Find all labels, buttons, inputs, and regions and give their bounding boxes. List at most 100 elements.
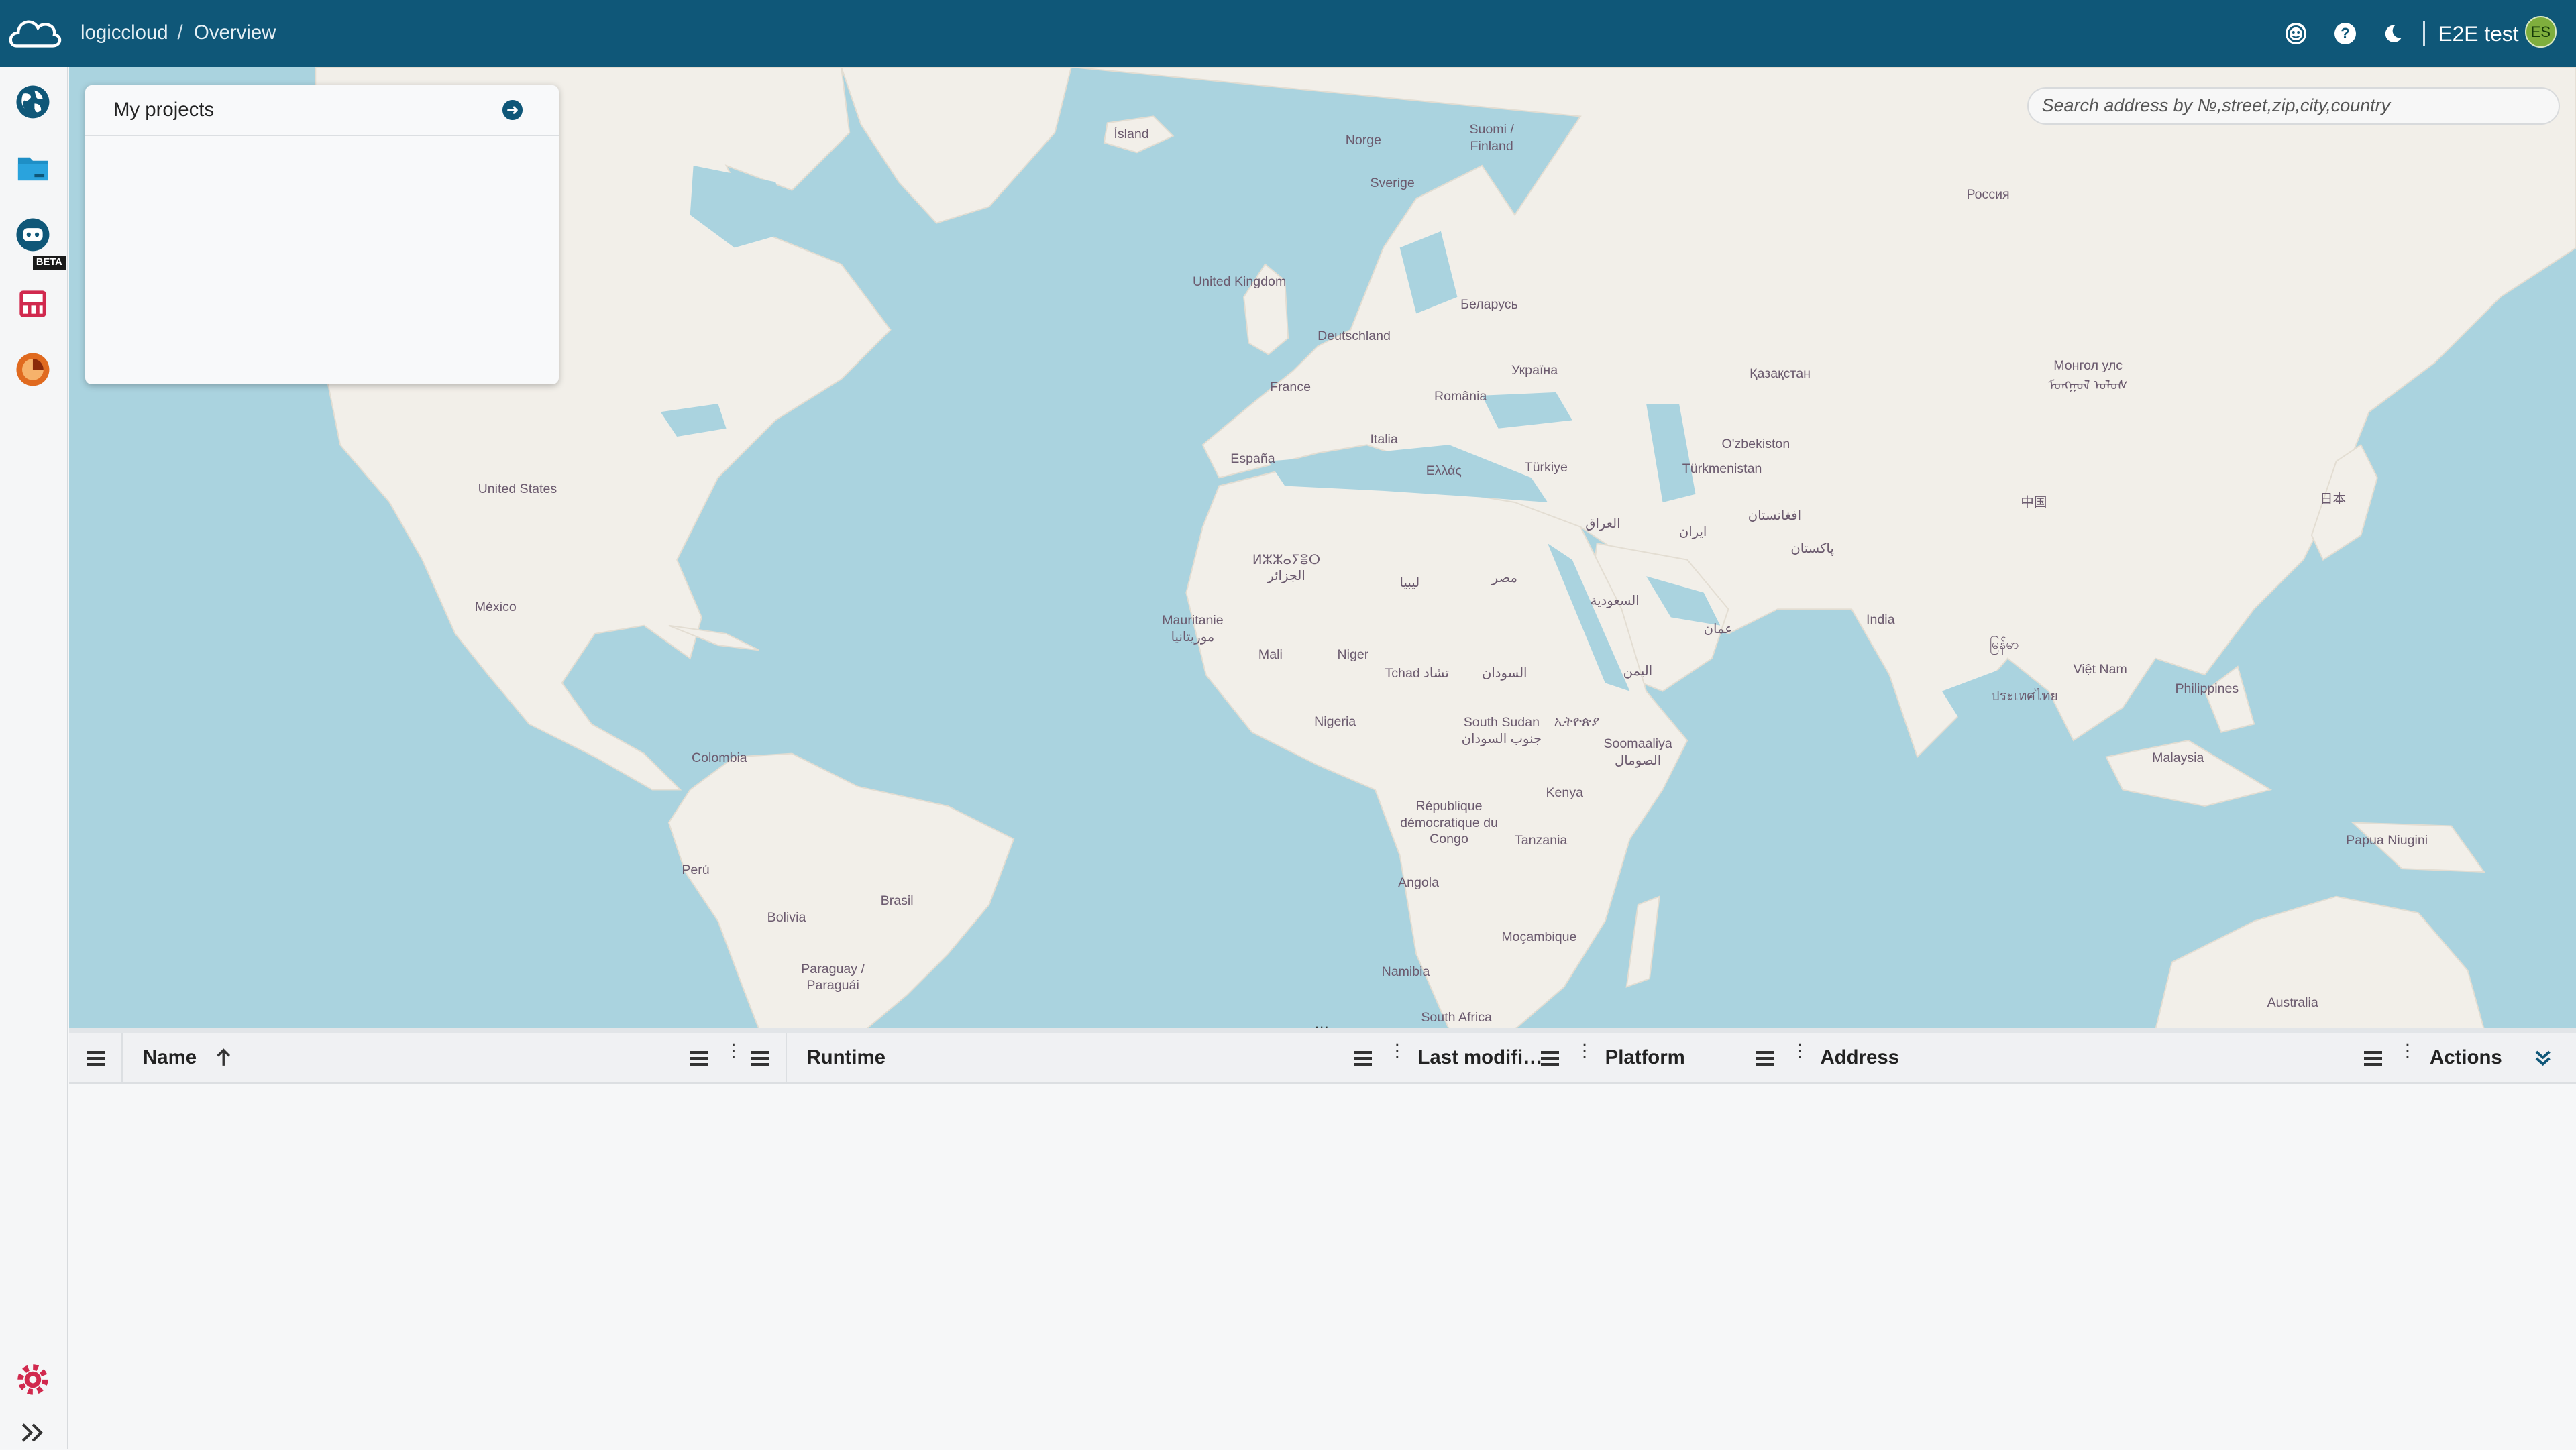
help-icon[interactable]: ? bbox=[2334, 23, 2356, 45]
breadcrumb-separator: / bbox=[177, 21, 183, 44]
column-menu-icon[interactable] bbox=[1756, 1051, 1774, 1066]
map-label: ኢትዮጵያ bbox=[1554, 714, 1600, 730]
map-label: مصر bbox=[1491, 570, 1517, 585]
gear-icon[interactable] bbox=[15, 1361, 51, 1398]
double-chevron-right-icon[interactable] bbox=[15, 1414, 51, 1450]
column-resize-icon[interactable]: ⋮ bbox=[1388, 1042, 1406, 1060]
column-header-name[interactable]: Name bbox=[143, 1046, 197, 1069]
map-label: Namibia bbox=[1381, 964, 1430, 979]
column-menu-icon[interactable] bbox=[2364, 1051, 2383, 1066]
map-label: 日本 bbox=[2319, 492, 2347, 507]
column-header-runtime[interactable]: Runtime bbox=[806, 1046, 885, 1069]
map-label: عمان bbox=[1703, 621, 1733, 636]
map-label: ⵍⵣⵣⴰⵢⴻⵔ الجزائر bbox=[1252, 552, 1321, 584]
map-label: Україна bbox=[1511, 363, 1558, 378]
column-menu-icon[interactable] bbox=[87, 1051, 105, 1066]
avatar[interactable]: ES bbox=[2525, 16, 2557, 48]
column-menu-icon[interactable] bbox=[1353, 1051, 1372, 1066]
column-menu-icon[interactable] bbox=[690, 1051, 708, 1066]
robot-icon[interactable] bbox=[15, 217, 51, 253]
map-label: မြန်မာ bbox=[1989, 636, 2019, 652]
column-menu-icon[interactable] bbox=[751, 1051, 769, 1066]
map-label: France bbox=[1270, 379, 1311, 394]
map-label: Deutschland bbox=[1318, 328, 1391, 343]
map-label: Australia bbox=[2267, 995, 2318, 1011]
map-label: India bbox=[1866, 612, 1895, 628]
feedback-icon[interactable] bbox=[2285, 23, 2307, 45]
map-label: Mali bbox=[1258, 647, 1283, 662]
map-label: ایران bbox=[1678, 524, 1707, 540]
map-label: South Africa bbox=[1421, 1010, 1492, 1025]
cloud-logo-icon[interactable] bbox=[7, 11, 62, 54]
map-label: United States bbox=[478, 481, 557, 496]
map-label: السعودية bbox=[1590, 594, 1640, 609]
beta-badge: BETA bbox=[32, 256, 66, 270]
table-body bbox=[68, 1084, 2576, 1449]
breadcrumb-page: Overview bbox=[193, 21, 276, 44]
top-bar: logiccloud / Overview ? E2E test ES bbox=[0, 0, 2576, 68]
device-icon[interactable] bbox=[15, 286, 51, 322]
column-divider bbox=[121, 1033, 123, 1082]
map-label: Tanzania bbox=[1514, 832, 1568, 848]
map-label: Қазақстан bbox=[1750, 366, 1811, 382]
map-label: Philippines bbox=[2175, 681, 2239, 697]
map-label: Perú bbox=[682, 862, 710, 877]
column-header-platform[interactable]: Platform bbox=[1605, 1046, 1685, 1069]
map-label: Ísland bbox=[1114, 126, 1149, 142]
column-resize-icon[interactable]: ⋮ bbox=[1576, 1042, 1594, 1060]
map-label: Niger bbox=[1337, 647, 1369, 662]
map-label: ليبيا bbox=[1399, 575, 1420, 591]
column-header-address[interactable]: Address bbox=[1820, 1046, 1899, 1069]
folder-icon[interactable] bbox=[15, 151, 51, 187]
map-label: Ελλάς bbox=[1426, 463, 1462, 478]
table-header: Name ⋮ Runtime ⋮ Last modifi… ⋮ Platform… bbox=[68, 1033, 2576, 1084]
map-label: العراق bbox=[1585, 516, 1621, 531]
map-label: Suomi / Finland bbox=[1469, 122, 1514, 154]
arrow-right-icon[interactable]: ➜ bbox=[502, 100, 523, 120]
user-name[interactable]: E2E test bbox=[2438, 21, 2518, 46]
map-label: Türkmenistan bbox=[1682, 461, 1762, 477]
map-label: O'zbekiston bbox=[1721, 437, 1790, 452]
map-label: España bbox=[1230, 451, 1275, 467]
breadcrumb-app[interactable]: logiccloud bbox=[80, 21, 168, 44]
column-divider bbox=[785, 1033, 788, 1082]
map-label: 中国 bbox=[2021, 495, 2047, 510]
map-label: Bolivia bbox=[767, 909, 806, 925]
map-label: Angola bbox=[1398, 875, 1440, 891]
sort-ascending-icon[interactable] bbox=[215, 1048, 231, 1067]
dark-mode-icon[interactable] bbox=[2382, 23, 2404, 44]
map-label: پاکستان bbox=[1790, 541, 1834, 556]
map-label: Brasil bbox=[880, 893, 914, 909]
my-projects-title: My projects bbox=[113, 98, 215, 121]
map-label: Malaysia bbox=[2152, 750, 2204, 766]
map-label: Soomaaliya الصومال bbox=[1603, 736, 1672, 768]
map-label: ประเทศไทย bbox=[1991, 689, 2058, 704]
map-label: Tchad تشاد bbox=[1385, 665, 1449, 681]
my-projects-header: My projects ➜ bbox=[85, 85, 559, 136]
column-resize-icon[interactable]: ⋮ bbox=[2399, 1042, 2417, 1060]
map-label: Mauritanie موريتانيا bbox=[1162, 613, 1224, 645]
map-label: Moçambique bbox=[1501, 930, 1577, 945]
map-label: Papua Niugini bbox=[2346, 832, 2428, 848]
world-map[interactable]: Ísland Norge Suomi / Finland Sverige Рос… bbox=[68, 67, 2576, 1030]
address-search-input[interactable] bbox=[2027, 87, 2560, 125]
column-menu-icon[interactable] bbox=[1541, 1051, 1560, 1066]
map-label: Sverige bbox=[1370, 176, 1415, 191]
map-label: Italia bbox=[1370, 432, 1398, 447]
column-resize-icon[interactable]: ⋮ bbox=[1790, 1042, 1809, 1060]
column-header-actions: Actions bbox=[2430, 1046, 2502, 1068]
map-label: افغانستان bbox=[1748, 508, 1802, 523]
map-label: Việt Nam bbox=[2073, 661, 2127, 677]
chevron-double-down-icon[interactable] bbox=[2533, 1048, 2553, 1067]
map-label: United Kingdom bbox=[1192, 274, 1287, 289]
header-divider bbox=[2423, 21, 2425, 46]
column-header-last-modified[interactable]: Last modifi… bbox=[1417, 1046, 1542, 1069]
my-projects-panel: My projects ➜ bbox=[85, 85, 559, 385]
map-label: Türkiye bbox=[1524, 459, 1568, 475]
sidebar: BETA bbox=[0, 67, 69, 1450]
column-resize-icon[interactable]: ⋮ bbox=[724, 1042, 743, 1060]
chart-icon[interactable] bbox=[15, 351, 51, 388]
map-label: Россия bbox=[1966, 187, 2010, 203]
globe-icon[interactable] bbox=[15, 84, 51, 120]
map-label: România bbox=[1434, 389, 1487, 404]
